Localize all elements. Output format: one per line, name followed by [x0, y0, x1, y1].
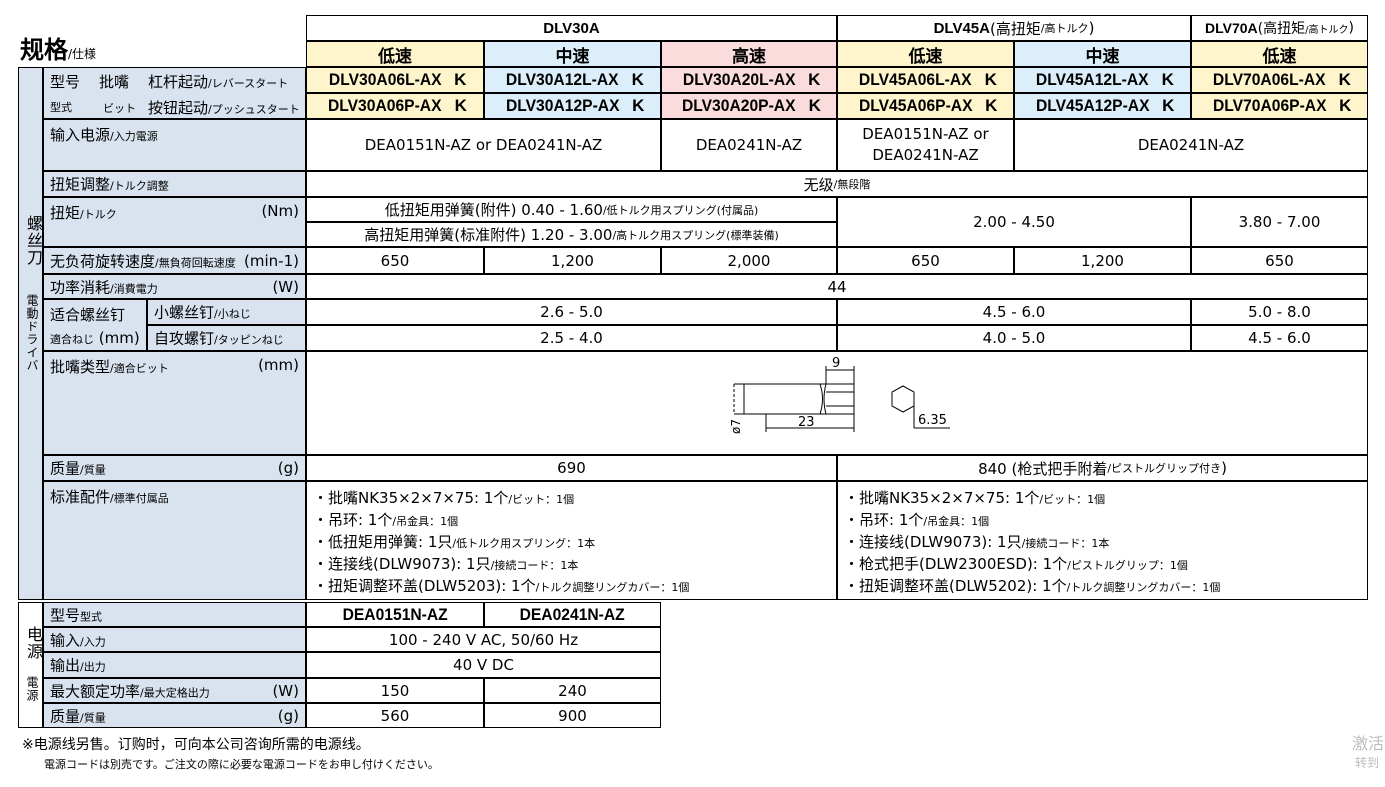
spec-title: 规格/仕様	[20, 30, 96, 65]
bit-type-label: 批嘴类型/適合ビット (mm)	[43, 351, 306, 455]
model-cell: DLV45A12L-AX K	[1014, 67, 1191, 93]
small-screw-value: 2.6 - 5.0	[306, 299, 837, 325]
watermark-line-1: 激活	[1352, 734, 1385, 753]
torque-adjust-label: 扭矩调整/トルク調整	[43, 171, 306, 197]
ps-max-value: 150	[306, 678, 484, 703]
series-dlv30a: DLV30A	[306, 15, 837, 41]
ps-model-label: 型号型式	[43, 602, 306, 627]
speed-label: 无负荷旋转速度/無負荷回転速度 (min-1)	[43, 247, 306, 274]
side-power	[18, 602, 43, 728]
accessory-right: ・批嘴NK35×2×7×75: 1个/ビット：1個 ・吊环: 1个/吊金具：1個…	[837, 481, 1368, 600]
accessory-item: ・扭矩调整环盖(DLW5202): 1个/トルク調整リングカバー：1個	[844, 577, 1221, 595]
accessory-item: ・批嘴NK35×2×7×75: 1个/ビット：1個	[844, 489, 1106, 507]
torque-adjust-value: 无级/無段階	[306, 171, 1368, 197]
input-power-d: DEA0241N-AZ	[1014, 119, 1368, 171]
speed-value: 650	[1191, 247, 1368, 274]
torque-label: 扭矩/トルク (Nm)	[43, 197, 306, 247]
accessory-item: ・批嘴NK35×2×7×75: 1个/ビット：1個	[313, 489, 575, 507]
accessory-left: ・批嘴NK35×2×7×75: 1个/ビット：1個 ・吊环: 1个/吊金具：1個…	[306, 481, 837, 600]
power-label: 功率消耗/消費電力 (W)	[43, 274, 306, 299]
model-cell: DLV30A12P-AX K	[484, 93, 661, 119]
spec-title-sub: /仕様	[68, 47, 97, 61]
series-dlv70a: DLV70A (高扭矩/高トルク)	[1191, 15, 1368, 41]
speed-header: 中速	[484, 41, 661, 67]
accessory-label: 标准配件/標準付属品	[43, 481, 306, 600]
torque-dlv45: 2.00 - 4.50	[837, 197, 1191, 247]
model-cell: DLV45A06P-AX K	[837, 93, 1014, 119]
accessory-item: ・枪式把手(DLW2300ESD): 1个/ピストルグリップ：1個	[844, 555, 1188, 573]
tapping-screw-value: 2.5 - 4.0	[306, 325, 837, 351]
screw-label: 适合螺丝钉 適合ねじ (mm)	[43, 299, 147, 351]
accessory-item: ・低扭矩用弹簧: 1只/低トルク用スプリング：1本	[313, 533, 596, 551]
power-value: 44	[306, 274, 1368, 299]
ps-input-label: 输入/入力	[43, 627, 306, 652]
input-power-b: DEA0241N-AZ	[661, 119, 837, 171]
ps-model: DEA0241N-AZ	[484, 602, 661, 627]
model-cell: DLV30A06P-AX K	[306, 93, 484, 119]
model-cell: DLV70A06L-AX K	[1191, 67, 1368, 93]
small-screw-label: 小螺丝钉/小ねじ	[147, 299, 306, 325]
tapping-screw-value: 4.0 - 5.0	[837, 325, 1191, 351]
accessory-item: ・吊环: 1个/吊金具：1個	[313, 511, 459, 529]
ps-output-value: 40 V DC	[306, 652, 661, 678]
torque-dlv70: 3.80 - 7.00	[1191, 197, 1368, 247]
ps-mass-value: 900	[484, 703, 661, 728]
speed-value: 650	[306, 247, 484, 274]
model-cell: DLV30A20L-AX K	[661, 67, 837, 93]
speed-header: 低速	[837, 41, 1014, 67]
ps-model: DEA0151N-AZ	[306, 602, 484, 627]
speed-value: 1,200	[1014, 247, 1191, 274]
series-dlv45a: DLV45A (高扭矩/高トルク)	[837, 15, 1191, 41]
ps-max-label: 最大额定功率/最大定格出力 (W)	[43, 678, 306, 703]
speed-header: 低速	[306, 41, 484, 67]
side-driver-main: 螺丝刀	[24, 215, 43, 266]
small-screw-value: 5.0 - 8.0	[1191, 299, 1368, 325]
tapping-screw-value: 4.5 - 6.0	[1191, 325, 1368, 351]
speed-value: 2,000	[661, 247, 837, 274]
mass-dlv30: 690	[306, 455, 837, 481]
speed-value: 650	[837, 247, 1014, 274]
speed-value: 1,200	[484, 247, 661, 274]
model-cell: DLV45A06L-AX K	[837, 67, 1014, 93]
bit-dim-hex: 6.35	[918, 413, 947, 428]
input-power-c: DEA0151N-AZ or DEA0241N-AZ	[837, 119, 1014, 171]
ps-mass-value: 560	[306, 703, 484, 728]
torque-high-spring: 高扭矩用弹簧(标准附件) 1.20 - 3.00/高トルク用スプリング(標準装備…	[306, 222, 837, 247]
ps-output-label: 输出/出力	[43, 652, 306, 678]
tapping-screw-label: 自攻螺钉/タッピンねじ	[147, 325, 306, 351]
input-power-label: 输入电源/入力電源	[43, 119, 306, 171]
bit-dim-length: 23	[798, 415, 815, 430]
bit-dim-tip: 9	[832, 356, 840, 371]
footnote-sub: 電源コードは別売です。ご注文の際に必要な電源コードをお申し付けください。	[44, 758, 439, 771]
torque-low-spring: 低扭矩用弹簧(附件) 0.40 - 1.60/低トルク用スプリング(付属品)	[306, 197, 837, 222]
model-cell: DLV30A12L-AX K	[484, 67, 661, 93]
model-cell: DLV70A06P-AX K	[1191, 93, 1368, 119]
side-driver-sub: 電動ドライバ	[25, 294, 39, 372]
bit-drawing: 9 23 ø7 6.35	[729, 356, 950, 434]
mass-dlv45-70: 840 (枪式把手附着/ピストルグリップ付き)	[837, 455, 1368, 481]
speed-header: 高速	[661, 41, 837, 67]
ps-input-value: 100 - 240 V AC, 50/60 Hz	[306, 627, 661, 652]
watermark-line-2: 转到	[1355, 756, 1380, 770]
accessory-item: ・扭矩调整环盖(DLW5203): 1个/トルク調整リングカバー：1個	[313, 577, 690, 595]
ps-max-value: 240	[484, 678, 661, 703]
model-cell: DLV30A20P-AX K	[661, 93, 837, 119]
input-power-a: DEA0151N-AZ or DEA0241N-AZ	[306, 119, 661, 171]
model-cell: DLV45A12P-AX K	[1014, 93, 1191, 119]
side-power-sub: 電源	[25, 676, 39, 702]
bit-dim-diameter: ø7	[729, 419, 743, 434]
accessory-item: ・连接线(DLW9073): 1只/接続コード：1本	[313, 555, 579, 573]
side-power-main: 电源	[24, 626, 43, 660]
model-label: 型号 型式 批嘴 ビット 杠杆起动/レバースタート 按钮起动/プッシュスタート	[43, 67, 306, 119]
speed-header: 低速	[1191, 41, 1368, 67]
footnote-main: ※电源线另售。订购时，可向本公司咨询所需的电源线。	[22, 737, 370, 753]
ps-mass-label: 质量/質量 (g)	[43, 703, 306, 728]
accessory-item: ・连接线(DLW9073): 1只/接続コード：1本	[844, 533, 1110, 551]
small-screw-value: 4.5 - 6.0	[837, 299, 1191, 325]
speed-header: 中速	[1014, 41, 1191, 67]
accessory-item: ・吊环: 1个/吊金具：1個	[844, 511, 990, 529]
mass-label: 质量/質量 (g)	[43, 455, 306, 481]
model-cell: DLV30A06L-AX K	[306, 67, 484, 93]
spec-title-main: 规格	[20, 36, 68, 64]
